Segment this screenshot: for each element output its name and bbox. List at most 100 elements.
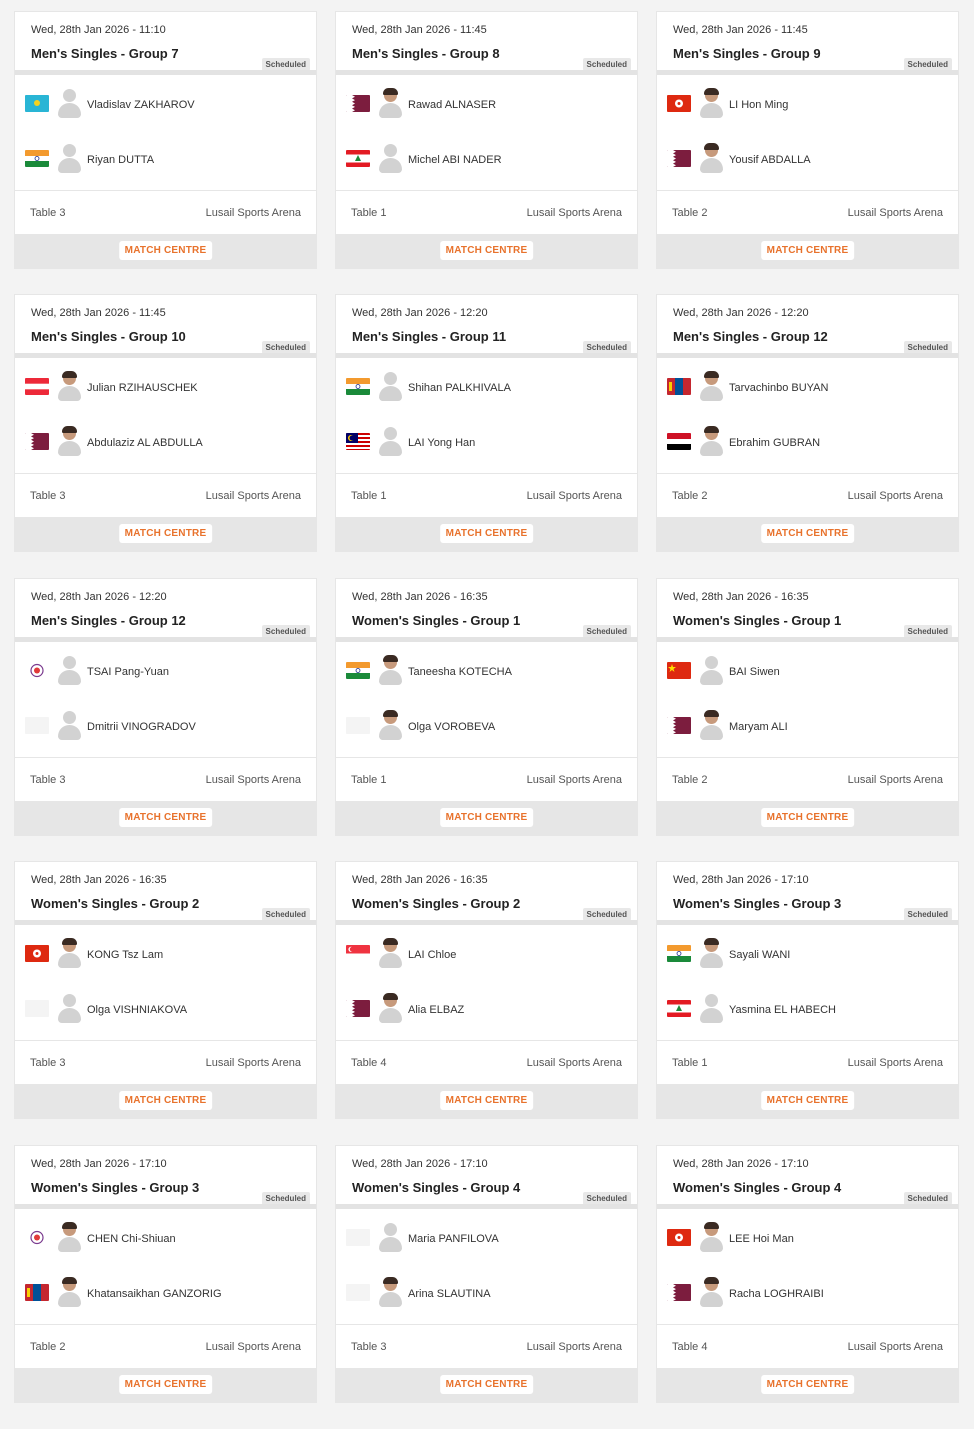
player-avatar [57,711,81,741]
venue-label: Lusail Sports Arena [205,774,301,786]
player-row[interactable]: Ebrahim GUBRAN [667,423,952,463]
player-row[interactable]: Yasmina EL HABECH [667,990,952,1030]
player-name[interactable]: Arina SLAUTINA [408,1288,491,1300]
player-avatar [378,88,402,119]
player-row[interactable]: Yousif ABDALLA [667,140,952,180]
match-centre-button[interactable]: MATCH CENTRE [118,241,213,260]
match-centre-button[interactable]: MATCH CENTRE [118,524,213,543]
kazakhstan-flag-icon [25,95,49,112]
player-name[interactable]: Taneesha KOTECHA [408,666,512,678]
match-centre-button[interactable]: MATCH CENTRE [439,241,534,260]
player-row[interactable]: Racha LOGHRAIBI [667,1274,952,1314]
player-name[interactable]: Vladislav ZAKHAROV [87,99,195,111]
match-card: Wed, 28th Jan 2026 - 16:35 Women's Singl… [657,579,958,835]
player-name[interactable]: Yousif ABDALLA [729,154,811,166]
player-name[interactable]: Racha LOGHRAIBI [729,1288,824,1300]
player-name[interactable]: KONG Tsz Lam [87,949,163,961]
table-label: Table 4 [351,1057,387,1069]
player-name[interactable]: CHEN Chi-Shiuan [87,1233,176,1245]
player-name[interactable]: Ebrahim GUBRAN [729,437,820,449]
match-centre-button[interactable]: MATCH CENTRE [118,1375,213,1394]
match-centre-button[interactable]: MATCH CENTRE [760,241,855,260]
player-row[interactable]: Michel ABI NADER [346,140,631,180]
divider [336,1324,637,1325]
header-divider [15,70,316,75]
player-row[interactable]: TSAI Pang-Yuan [25,652,310,692]
hongkong-flag-icon [667,95,691,112]
player-name[interactable]: LAI Yong Han [408,437,475,449]
player-name[interactable]: Dmitrii VINOGRADOV [87,721,196,733]
table-label: Table 2 [672,207,708,219]
divider [15,757,316,758]
match-card: Wed, 28th Jan 2026 - 16:35 Women's Singl… [336,579,637,835]
match-date: Wed, 28th Jan 2026 - 11:45 [673,24,808,36]
match-date: Wed, 28th Jan 2026 - 16:35 [352,591,488,603]
match-centre-button[interactable]: MATCH CENTRE [760,524,855,543]
player-name[interactable]: Sayali WANI [729,949,790,961]
player-row[interactable]: Khatansaikhan GANZORIG [25,1274,310,1314]
player-row[interactable]: Maryam ALI [667,707,952,747]
player-row[interactable]: CHEN Chi-Shiuan [25,1219,310,1259]
player-row[interactable]: Abdulaziz AL ABDULLA [25,423,310,463]
player-name[interactable]: Abdulaziz AL ABDULLA [87,437,203,449]
table-label: Table 1 [351,774,387,786]
player-name[interactable]: LI Hon Ming [729,99,788,111]
player-name[interactable]: Olga VISHNIAKOVA [87,1004,187,1016]
player-row[interactable]: Julian RZIHAUSCHEK [25,368,310,408]
player-name[interactable]: Khatansaikhan GANZORIG [87,1288,222,1300]
divider [15,1324,316,1325]
qatar-flag-icon [667,150,691,167]
match-centre-button[interactable]: MATCH CENTRE [760,1375,855,1394]
match-centre-button[interactable]: MATCH CENTRE [118,1091,213,1110]
player-row[interactable]: Tarvachinbo BUYAN [667,368,952,408]
player-name[interactable]: LEE Hoi Man [729,1233,794,1245]
player-row[interactable]: LI Hon Ming [667,85,952,125]
player-row[interactable]: Olga VOROBEVA [346,707,631,747]
match-centre-button[interactable]: MATCH CENTRE [439,524,534,543]
match-centre-button[interactable]: MATCH CENTRE [439,808,534,827]
divider [657,1324,958,1325]
player-name[interactable]: Shihan PALKHIVALA [408,382,511,394]
player-row[interactable]: LAI Yong Han [346,423,631,463]
player-row[interactable]: Riyan DUTTA [25,140,310,180]
player-row[interactable]: Maria PANFILOVA [346,1219,631,1259]
player-row[interactable]: Arina SLAUTINA [346,1274,631,1314]
player-row[interactable]: Vladislav ZAKHAROV [25,85,310,125]
tpe-flag-icon [25,662,49,679]
player-name[interactable]: Alia ELBAZ [408,1004,464,1016]
player-name[interactable]: BAI Siwen [729,666,780,678]
player-name[interactable]: Yasmina EL HABECH [729,1004,836,1016]
hongkong-flag-icon [25,945,49,962]
player-name[interactable]: Olga VOROBEVA [408,721,495,733]
player-name[interactable]: LAI Chloe [408,949,456,961]
player-row[interactable]: LEE Hoi Man [667,1219,952,1259]
player-row[interactable]: Dmitrii VINOGRADOV [25,707,310,747]
card-footer: MATCH CENTRE [336,234,637,268]
player-avatar [378,372,402,402]
player-name[interactable]: Maria PANFILOVA [408,1233,499,1245]
player-row[interactable]: Sayali WANI [667,935,952,975]
player-row[interactable]: Rawad ALNASER [346,85,631,125]
player-row[interactable]: LAI Chloe [346,935,631,975]
player-name[interactable]: Rawad ALNASER [408,99,496,111]
player-name[interactable]: Michel ABI NADER [408,154,502,166]
player-row[interactable]: Taneesha KOTECHA [346,652,631,692]
header-divider [336,920,637,925]
hongkong-flag-icon [667,1229,691,1246]
player-row[interactable]: Alia ELBAZ [346,990,631,1030]
match-centre-button[interactable]: MATCH CENTRE [760,1091,855,1110]
player-name[interactable]: Tarvachinbo BUYAN [729,382,828,394]
match-centre-button[interactable]: MATCH CENTRE [439,1375,534,1394]
player-row[interactable]: Olga VISHNIAKOVA [25,990,310,1030]
player-name[interactable]: TSAI Pang-Yuan [87,666,169,678]
match-centre-button[interactable]: MATCH CENTRE [439,1091,534,1110]
player-row[interactable]: BAI Siwen [667,652,952,692]
player-row[interactable]: KONG Tsz Lam [25,935,310,975]
player-name[interactable]: Julian RZIHAUSCHEK [87,382,198,394]
player-name[interactable]: Maryam ALI [729,721,788,733]
player-row[interactable]: Shihan PALKHIVALA [346,368,631,408]
match-card: Wed, 28th Jan 2026 - 11:45 Men's Singles… [657,12,958,268]
player-name[interactable]: Riyan DUTTA [87,154,154,166]
match-centre-button[interactable]: MATCH CENTRE [760,808,855,827]
match-centre-button[interactable]: MATCH CENTRE [118,808,213,827]
